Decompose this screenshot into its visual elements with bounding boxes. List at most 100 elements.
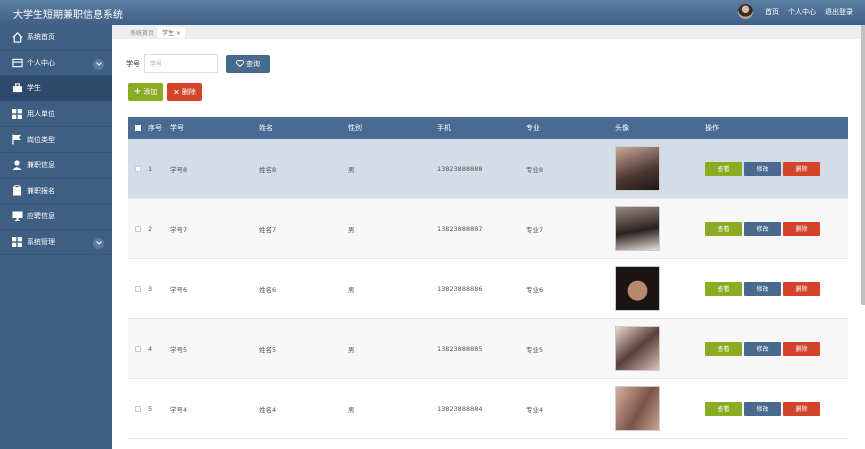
avatar — [615, 386, 660, 431]
sidebar-item-applications[interactable]: 应聘信息 — [0, 204, 112, 230]
row-delete-button[interactable]: 删除 — [783, 401, 820, 416]
table-row[interactable]: 1 学号8 姓名8 男 13823888888 专业8 查看 修改 删除 — [128, 139, 848, 199]
select-all-checkbox[interactable] — [135, 125, 141, 131]
delete-button[interactable]: ✕ 删除 — [167, 83, 202, 101]
column-header: 手机 — [437, 124, 451, 132]
row-checkbox[interactable] — [135, 225, 141, 232]
row-checkbox[interactable] — [135, 405, 141, 412]
sidebar-item-label: 个人中心 — [27, 58, 55, 67]
sidebar-item-employers[interactable]: 用人单位 — [0, 102, 112, 128]
row-delete-button[interactable]: 删除 — [783, 221, 820, 236]
cell-no: 5 — [148, 404, 153, 413]
cell-sex: 男 — [348, 405, 355, 414]
monitor-icon — [11, 210, 23, 222]
cell-sex: 男 — [348, 285, 355, 294]
cell-name: 姓名5 — [259, 345, 277, 354]
scrollbar[interactable] — [861, 25, 865, 305]
edit-button[interactable]: 修改 — [744, 341, 781, 356]
students-table: 序号 学号 姓名 性别 手机 专业 头像 操作 1 学号8 姓名8 男 1382… — [128, 117, 848, 439]
query-button[interactable]: 查询 — [226, 54, 270, 73]
table-row[interactable]: 3 学号6 姓名6 男 13823888886 专业6 查看 修改 删除 — [128, 259, 848, 319]
column-header: 序号 — [148, 124, 162, 132]
sidebar: 系统首页 个人中心 学生 用人单位 岗位类型 兼职信息 兼职报名 应聘信息 系统… — [0, 25, 112, 449]
avatar — [615, 146, 660, 191]
add-button[interactable]: + 添加 — [128, 83, 163, 101]
cell-sex: 男 — [348, 345, 355, 354]
breadcrumb-tab[interactable]: 学生 × — [158, 26, 185, 38]
add-button-label: 添加 — [143, 88, 158, 96]
avatar — [615, 266, 660, 311]
chevron-down-icon[interactable] — [93, 237, 104, 249]
row-delete-button[interactable]: 删除 — [783, 341, 820, 356]
column-header: 头像 — [615, 124, 629, 132]
sidebar-item-label: 用人单位 — [27, 110, 55, 119]
edit-button[interactable]: 修改 — [744, 221, 781, 236]
edit-button[interactable]: 修改 — [744, 281, 781, 296]
search-bar: 学号 学号 查询 — [126, 54, 270, 73]
cell-phone: 13823888885 — [437, 344, 483, 353]
cell-id: 学号5 — [170, 345, 188, 354]
sidebar-item-job-info[interactable]: 兼职信息 — [0, 153, 112, 179]
user-avatar[interactable] — [738, 4, 753, 19]
sidebar-item-label: 系统首页 — [27, 33, 55, 42]
briefcase-icon — [11, 82, 23, 94]
sidebar-item-signup[interactable]: 兼职报名 — [0, 179, 112, 205]
breadcrumb: 系统首页 学生 × — [112, 25, 865, 39]
cell-name: 姓名4 — [259, 405, 277, 414]
app-title: 大学生短期兼职信息系统 — [13, 10, 123, 21]
cell-id: 学号6 — [170, 285, 188, 294]
chevron-down-icon[interactable] — [93, 58, 104, 70]
profile-link[interactable]: 个人中心 — [788, 7, 816, 17]
table-row[interactable]: 5 学号4 姓名4 男 13823888884 专业4 查看 修改 删除 — [128, 379, 848, 439]
sidebar-item-home[interactable]: 系统首页 — [0, 25, 112, 51]
cell-no: 2 — [148, 224, 153, 233]
clipboard-icon — [11, 185, 23, 197]
edit-button[interactable]: 修改 — [744, 401, 781, 416]
sidebar-item-job-types[interactable]: 岗位类型 — [0, 127, 112, 153]
sidebar-item-system[interactable]: 系统管理 — [0, 230, 112, 256]
card-icon — [11, 57, 23, 69]
cell-phone: 13823888884 — [437, 404, 483, 413]
view-button[interactable]: 查看 — [705, 221, 742, 236]
delete-button-label: 删除 — [181, 88, 196, 96]
cell-major: 专业8 — [526, 165, 544, 174]
column-header: 专业 — [526, 124, 540, 132]
cell-major: 专业7 — [526, 225, 544, 234]
view-button[interactable]: 查看 — [705, 161, 742, 176]
logout-link[interactable]: 退出登录 — [825, 7, 853, 17]
sidebar-item-label: 兼职信息 — [27, 161, 55, 170]
user-icon — [11, 159, 23, 171]
view-button[interactable]: 查看 — [705, 401, 742, 416]
table-row[interactable]: 2 学号7 姓名7 男 13823888887 专业7 查看 修改 删除 — [128, 199, 848, 259]
view-button[interactable]: 查看 — [705, 341, 742, 356]
cell-no: 1 — [148, 164, 153, 173]
row-checkbox[interactable] — [135, 165, 141, 172]
cell-id: 学号4 — [170, 405, 188, 414]
sidebar-item-students[interactable]: 学生 — [0, 76, 112, 102]
header-links: 首页 个人中心 退出登录 — [738, 4, 853, 19]
cell-no: 3 — [148, 284, 153, 293]
cell-major: 专业5 — [526, 345, 544, 354]
sidebar-item-label: 岗位类型 — [27, 135, 55, 144]
cell-phone: 13823888888 — [437, 164, 483, 173]
search-label: 学号 — [126, 59, 140, 68]
heart-icon — [236, 60, 244, 67]
avatar — [615, 326, 660, 371]
row-checkbox[interactable] — [135, 345, 141, 352]
view-button[interactable]: 查看 — [705, 281, 742, 296]
cell-id: 学号7 — [170, 225, 188, 234]
home-link[interactable]: 首页 — [765, 7, 779, 17]
row-delete-button[interactable]: 删除 — [783, 281, 820, 296]
edit-button[interactable]: 修改 — [744, 161, 781, 176]
cell-id: 学号8 — [170, 165, 188, 174]
cell-no: 4 — [148, 344, 153, 353]
search-input[interactable]: 学号 — [144, 54, 218, 73]
breadcrumb-home[interactable]: 系统首页 — [130, 28, 154, 37]
row-delete-button[interactable]: 删除 — [783, 161, 820, 176]
top-bar: 大学生短期兼职信息系统 首页 个人中心 退出登录 — [0, 0, 865, 25]
table-row[interactable]: 4 学号5 姓名5 男 13823888885 专业5 查看 修改 删除 — [128, 319, 848, 379]
avatar — [615, 206, 660, 251]
sidebar-item-personal[interactable]: 个人中心 — [0, 51, 112, 77]
row-checkbox[interactable] — [135, 285, 141, 292]
home-icon — [11, 31, 23, 43]
